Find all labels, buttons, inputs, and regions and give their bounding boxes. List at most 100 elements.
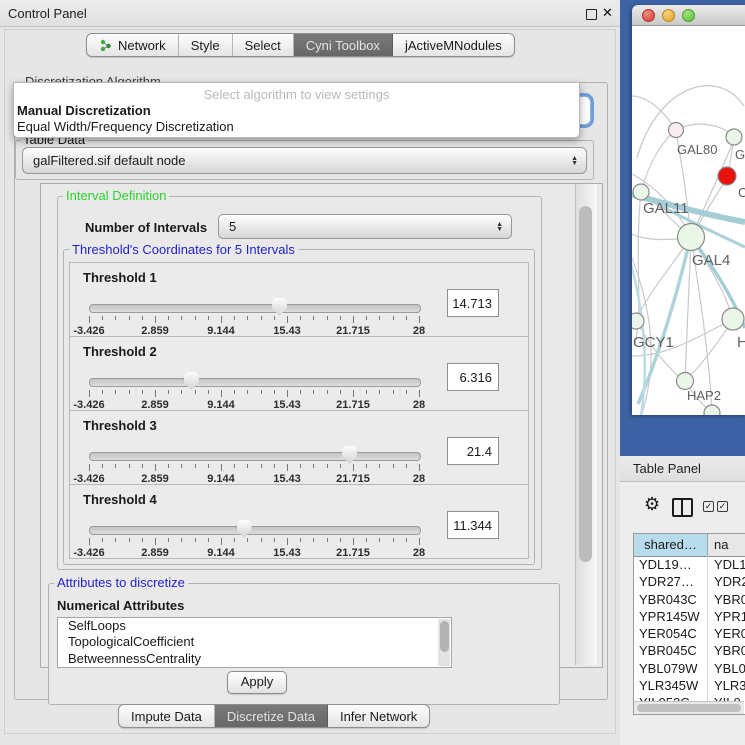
slider-scale-label: -3.426 [73,547,104,559]
cell-shared-name: YDL19… [634,556,708,573]
network-node[interactable] [632,313,644,329]
slider-thumb[interactable] [184,372,199,390]
tab-discretize-data[interactable]: Discretize Data [215,705,328,727]
apply-button[interactable]: Apply [227,671,287,694]
network-node[interactable] [633,184,649,200]
cell-name: YDR2 [708,573,745,590]
network-edge[interactable] [676,124,733,136]
minimize-traffic-light-icon[interactable] [662,9,675,22]
settings-scrollbar-thumb[interactable] [579,206,592,562]
table-row[interactable]: YPR145WYPR1 [634,608,745,625]
threshold-panels: Threshold 1-3.4262.8599.14415.4321.71528… [69,263,529,559]
network-node-label: GA [735,147,745,162]
cell-name: YLR3 [708,677,745,694]
algorithm-dropdown-popup: Select algorithm to view settings Manual… [13,82,580,138]
network-node[interactable] [722,308,744,330]
cell-name: YDL1 [708,556,745,573]
slider-ticks [89,538,421,546]
number-of-intervals-combo[interactable]: 5 ▲▼ [218,214,512,239]
network-node[interactable] [726,129,742,145]
network-node[interactable] [669,123,684,138]
network-window-titlebar[interactable] [632,5,745,26]
float-window-icon[interactable] [586,9,597,20]
number-of-intervals-label: Number of Intervals [85,220,207,235]
threshold-panel-4: Threshold 4-3.4262.8599.14415.4321.71528… [69,484,529,559]
table-hscrollbar-thumb[interactable] [637,704,741,712]
network-view-window: GAL80GACGAL11GAL4GCY1HHAP2 [632,5,745,415]
network-node[interactable] [678,224,705,251]
zoom-traffic-light-icon[interactable] [682,9,695,22]
slider-track[interactable] [89,452,421,461]
threshold-value-field[interactable]: 14.713 [447,289,499,317]
network-node[interactable] [677,373,694,390]
cell-name: YBR0 [708,642,745,659]
window-title: Control Panel [8,6,87,21]
column-header-name[interactable]: na [708,534,745,556]
columns-icon[interactable] [672,498,693,517]
tab-cyni-toolbox[interactable]: Cyni Toolbox [294,34,393,56]
table-row[interactable]: YDR27…YDR2 [634,573,745,590]
checkbox-icon[interactable]: ✓ [703,501,714,512]
tab-style[interactable]: Style [179,34,233,56]
gear-icon[interactable]: ⚙ [644,494,660,515]
tab-impute-data[interactable]: Impute Data [119,705,215,727]
network-node[interactable] [704,405,720,415]
cell-shared-name: YLR345W [634,677,708,694]
slider-scale-label: 15.43 [273,547,301,559]
tab-jactivemnodules[interactable]: jActiveMNodules [393,34,514,56]
slider-track[interactable] [89,378,421,387]
checkbox-icon[interactable]: ✓ [717,501,728,512]
table-row[interactable]: YBL079WYBL0 [634,660,745,677]
threshold-value-field[interactable]: 6.316 [447,363,499,391]
cell-shared-name: YBR043C [634,591,708,608]
attributes-scrollbar-track[interactable] [438,619,450,666]
table-row[interactable]: YLR345WYLR3 [634,677,745,694]
close-icon[interactable]: ✕ [602,5,613,21]
number-of-intervals-value: 5 [219,219,496,234]
dropdown-item-manual-discretization[interactable]: Manual Discretization [17,103,151,118]
network-canvas[interactable]: GAL80GACGAL11GAL4GCY1HHAP2 [632,26,745,415]
network-node[interactable] [718,167,736,185]
threshold-panel-2: Threshold 2-3.4262.8599.14415.4321.71528… [69,336,529,411]
column-header-shared-name[interactable]: shared… [634,534,708,556]
table-row[interactable]: YDL19…YDL1 [634,556,745,573]
table-row[interactable]: YBR043CYBR0 [634,591,745,608]
slider-ticks [89,464,421,472]
network-node-label: GAL4 [692,252,730,269]
numerical-attributes-label: Numerical Attributes [57,598,184,613]
slider-thumb[interactable] [237,520,252,538]
cell-shared-name: YDR27… [634,573,708,590]
top-tab-bar: Network Style Select Cyni Toolbox jActiv… [86,33,515,57]
threshold-label: Threshold 4 [83,492,157,507]
tab-infer-network[interactable]: Infer Network [328,705,429,727]
threshold-value-field[interactable]: 21.4 [447,437,499,465]
attributes-scrollbar-thumb[interactable] [440,621,449,652]
threshold-value-field[interactable]: 11.344 [447,511,499,539]
threshold-label: Threshold 1 [83,270,157,285]
slider-track[interactable] [89,304,421,313]
attribute-list-item[interactable]: BetweennessCentrality [58,651,451,667]
table-row[interactable]: YBR045CYBR0 [634,642,745,659]
tab-network[interactable]: Network [87,34,179,56]
close-traffic-light-icon[interactable] [642,9,655,22]
table-data-combo[interactable]: galFiltered.sif default node ▲▼ [22,147,587,174]
dropdown-prompt: Select algorithm to view settings [14,87,579,102]
attribute-list-item[interactable]: TopologicalCoefficient [58,634,451,650]
table-hscrollbar-track[interactable] [634,701,744,714]
tab-label: Style [191,38,220,53]
network-edge[interactable] [637,237,691,319]
slider-thumb[interactable] [272,298,287,316]
cell-name: YER0 [708,625,745,642]
tab-select[interactable]: Select [233,34,294,56]
slider-scale-label: 2.859 [141,547,169,559]
attribute-list-item[interactable]: SelfLoops [58,618,451,634]
interval-definition-label: Interval Definition [63,189,169,202]
tab-label: Select [245,38,281,53]
bottom-tab-bar: Impute Data Discretize Data Infer Networ… [118,704,430,728]
slider-thumb[interactable] [342,446,357,464]
slider-track[interactable] [89,526,421,535]
table-row[interactable]: YER054CYER0 [634,625,745,642]
table-panel-title: Table Panel [633,461,701,476]
dropdown-item-equal-width-frequency[interactable]: Equal Width/Frequency Discretization [17,119,234,134]
threshold-panel-1: Threshold 1-3.4262.8599.14415.4321.71528… [69,262,529,337]
